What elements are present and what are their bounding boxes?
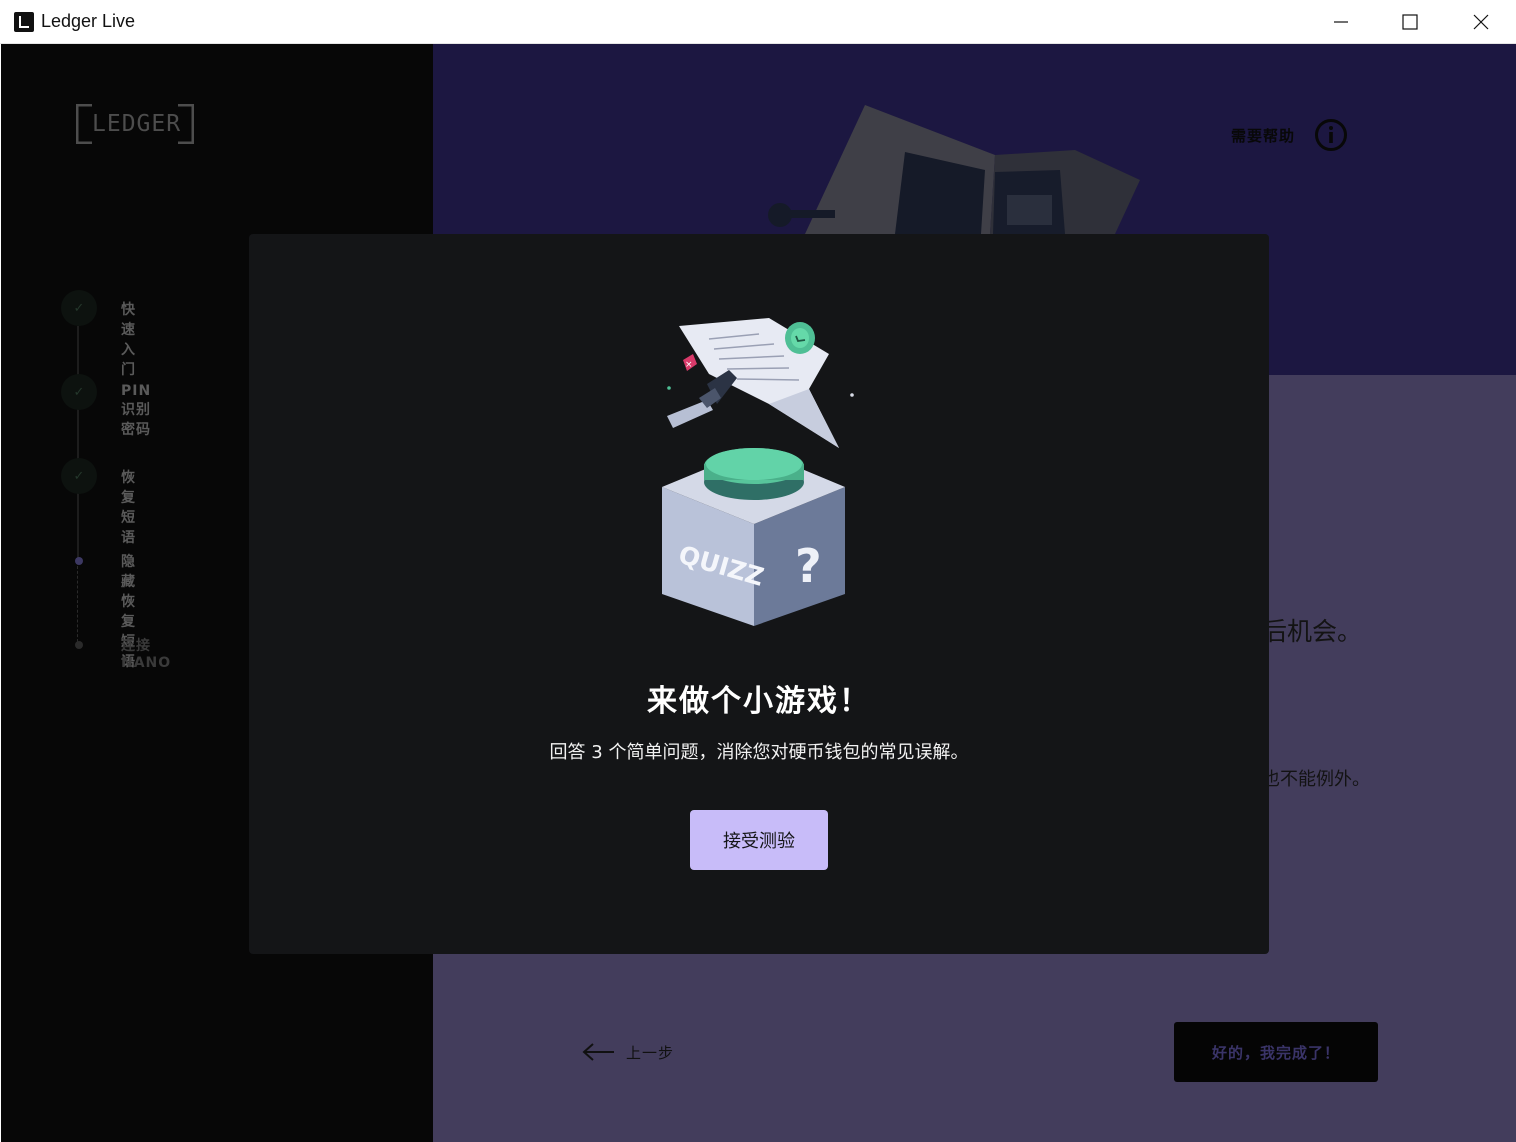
ledger-logo: LEDGER bbox=[76, 104, 194, 144]
take-quiz-button[interactable]: 接受测验 bbox=[690, 810, 828, 870]
step-label-connect-nano: 连接 NANO bbox=[121, 638, 172, 671]
window-title: Ledger Live bbox=[41, 11, 136, 31]
done-button[interactable]: 好的，我完成了！ bbox=[1174, 1022, 1378, 1082]
quiz-box-illustration: × QUIZZ ? bbox=[662, 318, 854, 626]
window-titlebar: Ledger Live bbox=[0, 0, 1516, 44]
minimize-button[interactable] bbox=[1306, 0, 1376, 44]
step-connector-dashed bbox=[77, 566, 78, 642]
close-icon bbox=[1473, 14, 1489, 30]
step-check-icon: ✓ bbox=[61, 458, 97, 494]
quiz-modal: × QUIZZ ? 来做个小游戏！ 回答 3 个简单问题，消除您对硬币钱包的常见… bbox=[249, 234, 1269, 954]
question-mark-icon: ? bbox=[795, 539, 822, 593]
info-icon[interactable] bbox=[1314, 118, 1348, 152]
maximize-icon bbox=[1402, 14, 1418, 30]
back-button[interactable]: 上一步 bbox=[582, 1038, 674, 1066]
back-label: 上一步 bbox=[626, 1043, 675, 1062]
book-illustration bbox=[768, 105, 1140, 234]
modal-title: 来做个小游戏！ bbox=[647, 684, 871, 719]
arrow-left-icon bbox=[582, 1043, 614, 1061]
svg-text:×: × bbox=[685, 360, 693, 370]
background-text-line: 也不能例外。 bbox=[1262, 769, 1370, 790]
maximize-button[interactable] bbox=[1375, 0, 1445, 44]
background-text-line: 后机会。 bbox=[1262, 617, 1363, 646]
step-current-dot bbox=[75, 557, 83, 565]
step-check-icon: ✓ bbox=[61, 290, 97, 326]
step-check-icon: ✓ bbox=[61, 374, 97, 410]
ledger-app-icon bbox=[14, 12, 34, 32]
step-label-pin: PIN 识别密码 bbox=[121, 383, 152, 438]
step-connector bbox=[77, 326, 79, 562]
minimize-icon bbox=[1334, 21, 1348, 23]
step-upcoming-dot bbox=[75, 641, 83, 649]
help-label[interactable]: 需要帮助 bbox=[1231, 125, 1295, 146]
step-label-recovery-phrase: 恢复短语 bbox=[121, 470, 136, 546]
step-label-getting-started: 快速入门 bbox=[121, 302, 136, 378]
modal-description: 回答 3 个简单问题，消除您对硬币钱包的常见误解。 bbox=[549, 742, 969, 763]
close-button[interactable] bbox=[1446, 0, 1516, 44]
